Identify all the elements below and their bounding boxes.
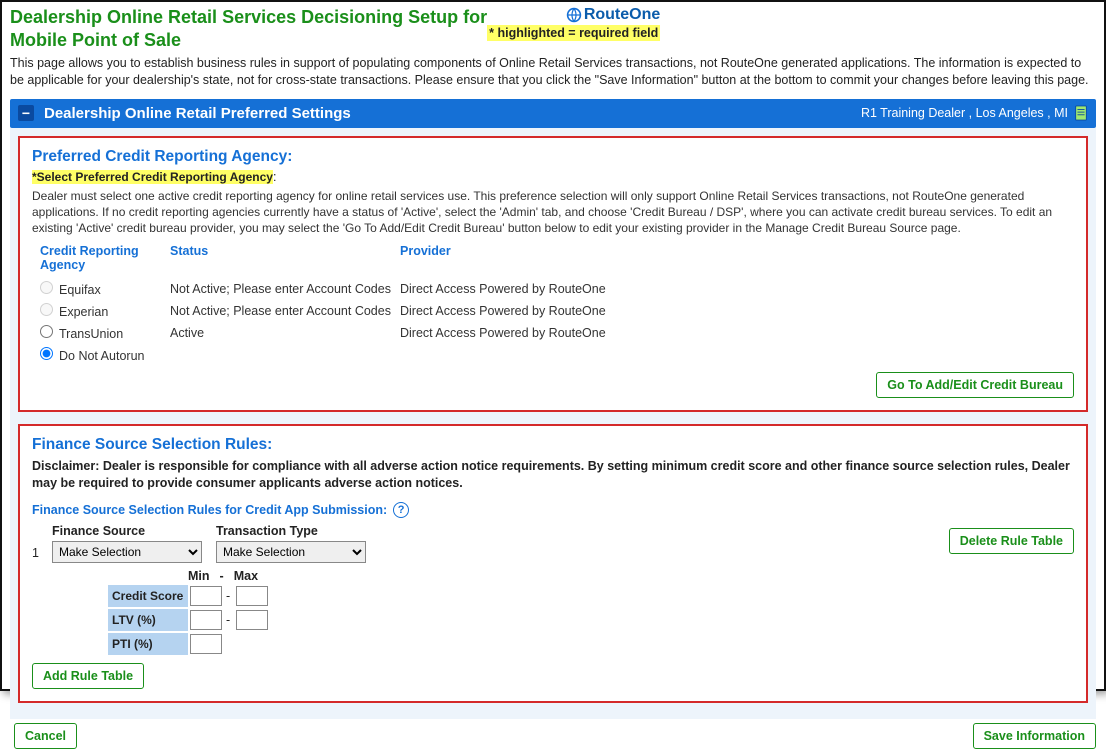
cra-radio-equifax[interactable]	[40, 281, 53, 294]
transaction-type-label: Transaction Type	[216, 524, 366, 538]
cra-row-donotautorun: Do Not Autorun	[40, 344, 1074, 366]
cra-radio-donotautorun[interactable]	[40, 347, 53, 360]
add-rule-table-button[interactable]: Add Rule Table	[32, 663, 144, 689]
ltv-max-input[interactable]	[236, 610, 268, 630]
page-title-line1: Dealership Online Retail Services Decisi…	[10, 6, 487, 29]
cra-radio-experian[interactable]	[40, 303, 53, 316]
goto-credit-bureau-button[interactable]: Go To Add/Edit Credit Bureau	[876, 372, 1074, 398]
required-field-note: * highlighted = required field	[487, 25, 660, 41]
rules-subhead: Finance Source Selection Rules for Credi…	[32, 503, 387, 517]
document-icon[interactable]	[1074, 105, 1088, 121]
collapse-button[interactable]: −	[18, 105, 34, 121]
pti-input[interactable]	[190, 634, 222, 654]
cra-title: Preferred Credit Reporting Agency:	[32, 148, 1074, 166]
credit-score-label: Credit Score	[108, 585, 188, 607]
cra-radio-transunion[interactable]	[40, 325, 53, 338]
delete-rule-table-button[interactable]: Delete Rule Table	[949, 528, 1074, 554]
cra-row-experian: Experian Not Active; Please enter Accoun…	[40, 300, 1074, 322]
globe-icon	[566, 7, 582, 23]
credit-score-min-input[interactable]	[190, 586, 222, 606]
page-intro: This page allows you to establish busine…	[10, 55, 1096, 89]
page-title-line2: Mobile Point of Sale	[10, 29, 487, 52]
finance-source-select[interactable]: Make Selection	[52, 541, 202, 563]
credit-reporting-panel: Preferred Credit Reporting Agency: *Sele…	[18, 136, 1088, 413]
rules-title: Finance Source Selection Rules:	[32, 436, 1074, 454]
cra-header-agency: Credit Reporting Agency	[40, 244, 170, 272]
rules-disclaimer: Disclaimer: Dealer is responsible for co…	[32, 458, 1074, 492]
cra-header-provider: Provider	[400, 244, 650, 272]
routeone-logo: RouteOne	[566, 6, 660, 24]
finance-source-label: Finance Source	[52, 524, 202, 538]
section-header: − Dealership Online Retail Preferred Set…	[10, 99, 1096, 128]
transaction-type-select[interactable]: Make Selection	[216, 541, 366, 563]
dealer-location: R1 Training Dealer , Los Angeles , MI	[861, 106, 1068, 120]
help-icon[interactable]: ?	[393, 502, 409, 518]
cra-row-transunion: TransUnion Active Direct Access Powered …	[40, 322, 1074, 344]
rule-number: 1	[32, 524, 46, 560]
cancel-button[interactable]: Cancel	[14, 723, 77, 749]
finance-rules-panel: Finance Source Selection Rules: Disclaim…	[18, 424, 1088, 703]
ltv-label: LTV (%)	[108, 609, 188, 631]
pti-label: PTI (%)	[108, 633, 188, 655]
min-label: Min	[188, 569, 210, 583]
save-information-button[interactable]: Save Information	[973, 723, 1096, 749]
max-label: Max	[234, 569, 258, 583]
cra-select-label: *Select Preferred Credit Reporting Agenc…	[32, 170, 273, 184]
cra-description: Dealer must select one active credit rep…	[32, 188, 1074, 237]
cra-row-equifax: Equifax Not Active; Please enter Account…	[40, 278, 1074, 300]
ltv-min-input[interactable]	[190, 610, 222, 630]
section-title: Dealership Online Retail Preferred Setti…	[44, 105, 351, 122]
cra-header-status: Status	[170, 244, 400, 272]
credit-score-max-input[interactable]	[236, 586, 268, 606]
